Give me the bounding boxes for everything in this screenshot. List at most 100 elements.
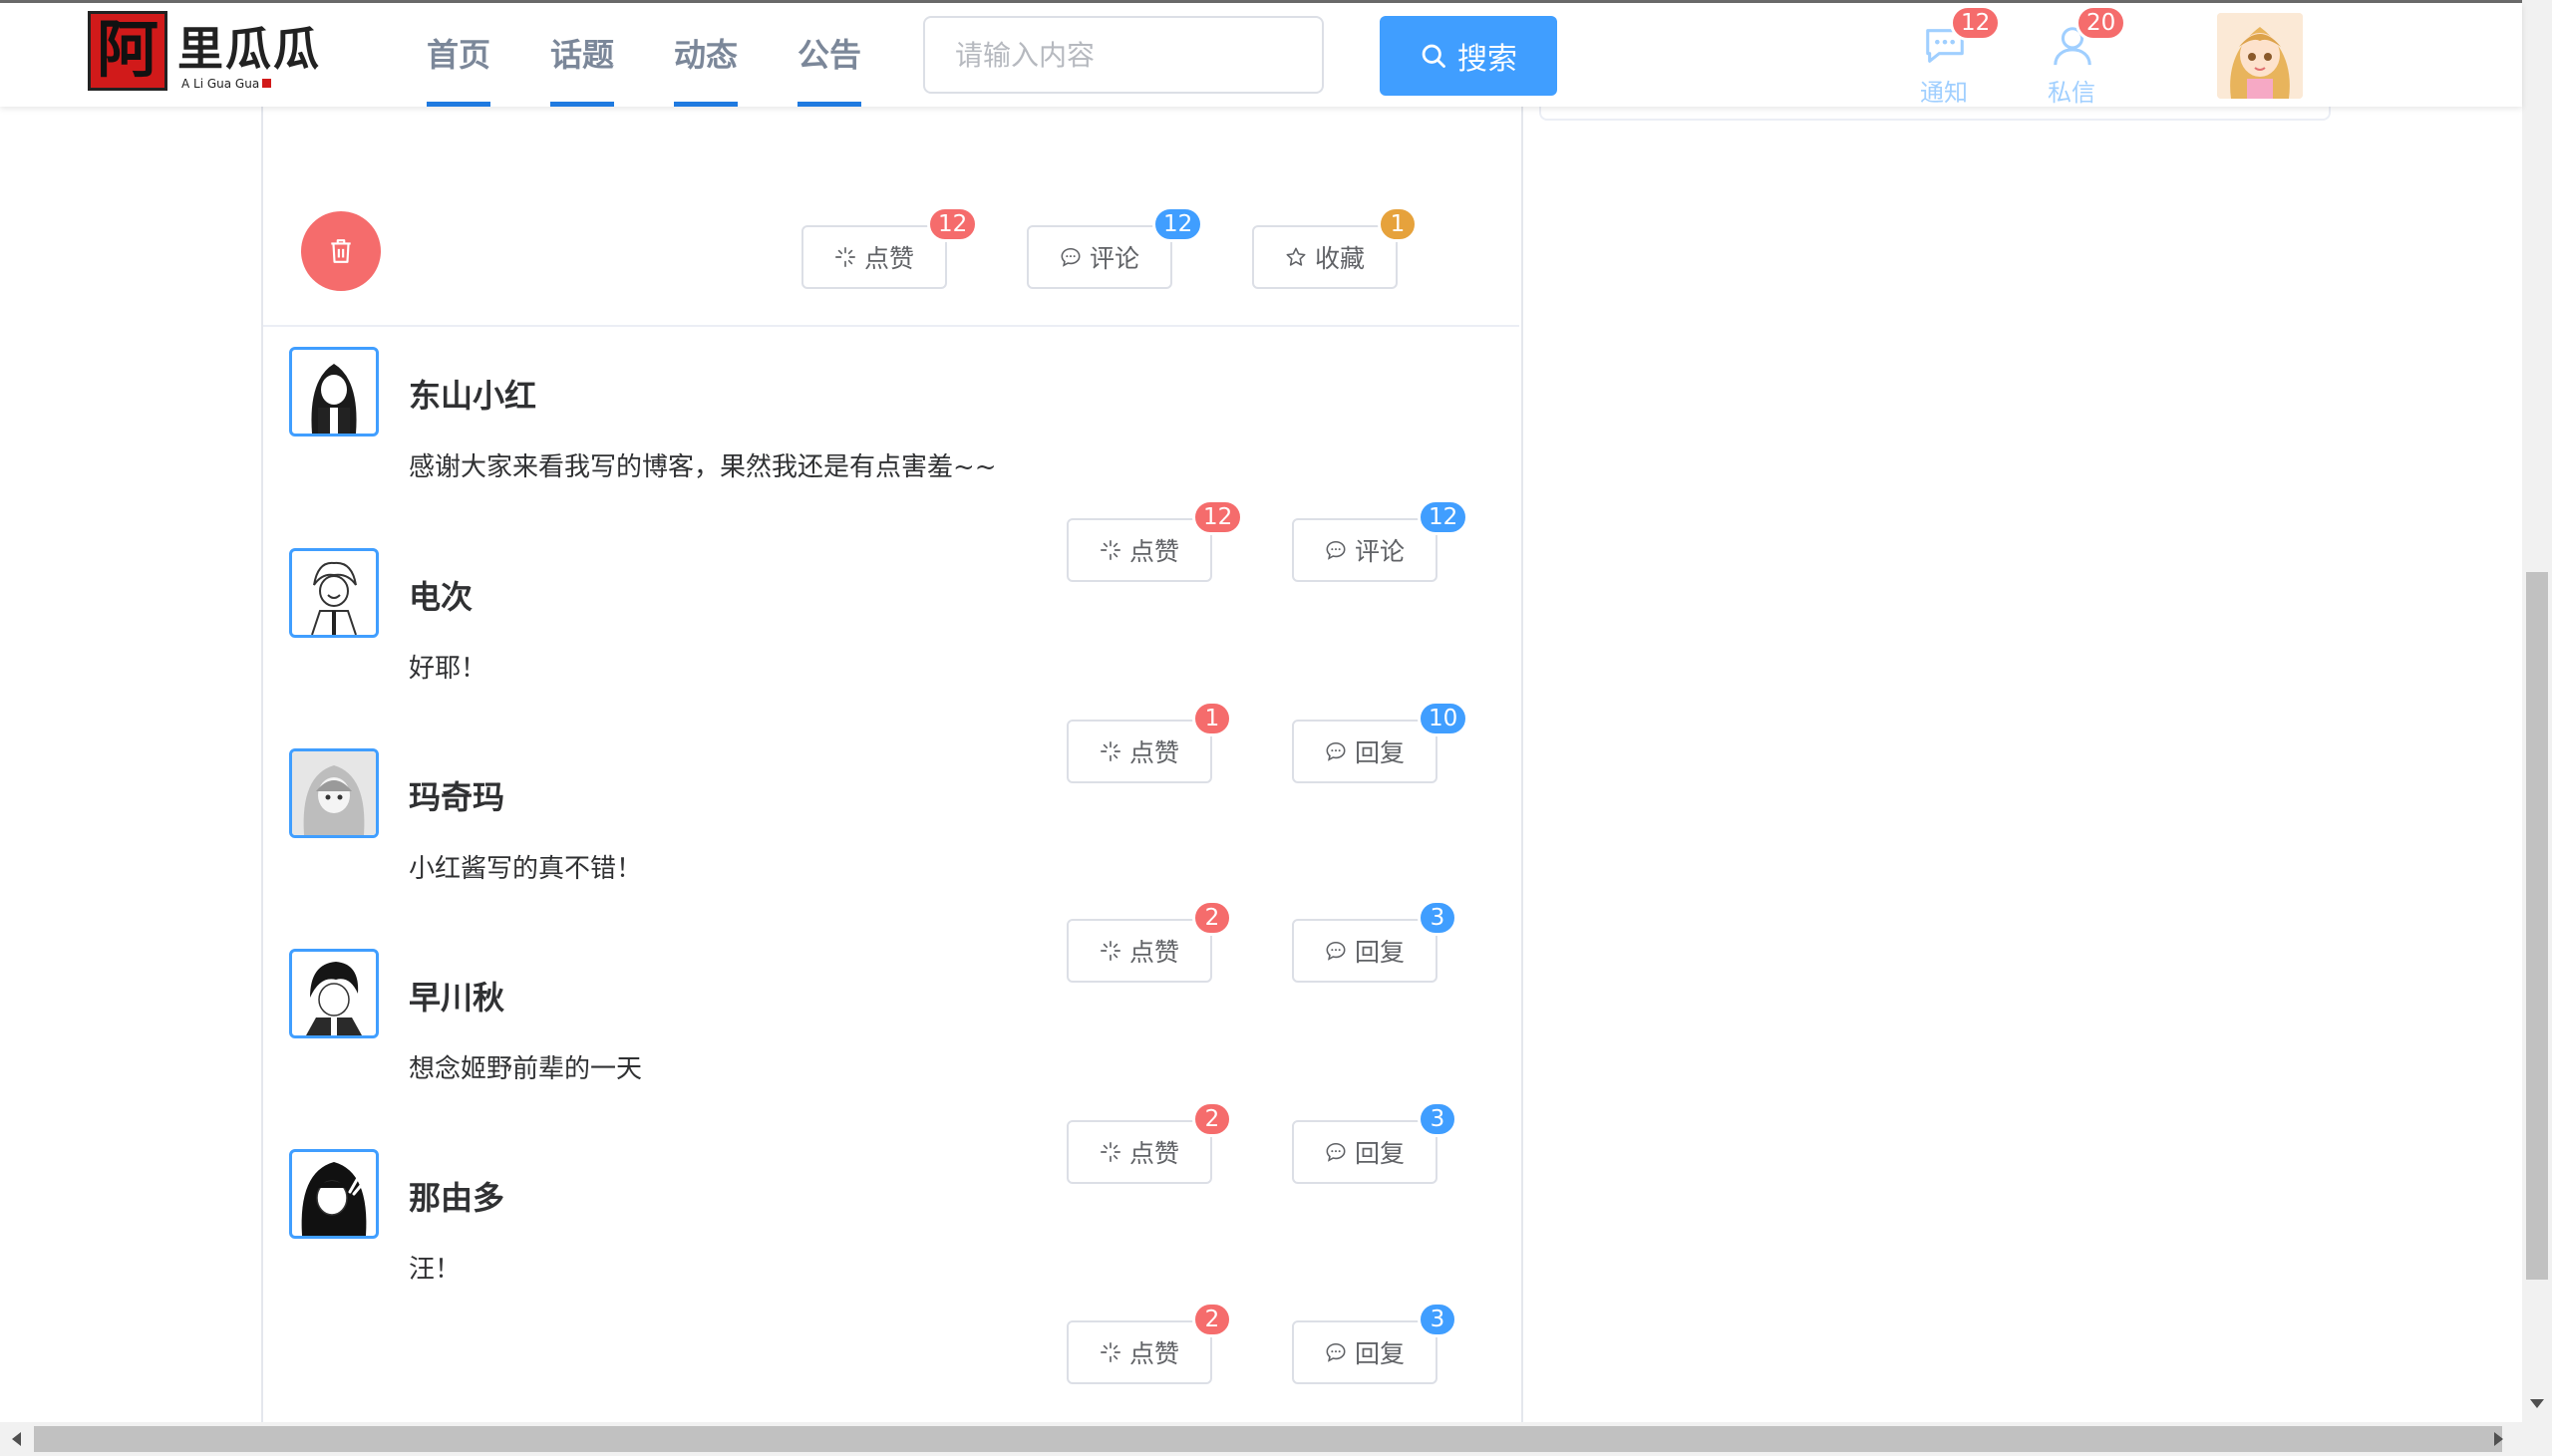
logo-text: 里瓜瓜 <box>177 22 321 76</box>
comment-like-count-badge: 2 <box>1192 1302 1232 1337</box>
commenter-name[interactable]: 电次 <box>409 572 473 618</box>
site-logo[interactable]: 阿 里瓜瓜 A Li Gua Gua <box>88 11 327 99</box>
nav-activity[interactable]: 动态 <box>674 3 739 107</box>
comment-like-label: 点赞 <box>1128 1139 1179 1168</box>
commenter-name[interactable]: 东山小红 <box>409 371 536 417</box>
delete-post-button[interactable] <box>301 211 381 291</box>
sparkle-icon <box>1100 540 1120 560</box>
nav-announcements-label: 公告 <box>798 36 862 74</box>
post-favorite-button[interactable]: 收藏 <box>1252 225 1398 289</box>
nav-underline <box>427 102 491 107</box>
comment-like-button[interactable]: 点赞 <box>1067 518 1212 582</box>
sparkle-icon <box>1100 1342 1120 1362</box>
comment-reply-button[interactable]: 回复 <box>1292 1120 1437 1184</box>
user-avatar[interactable] <box>2217 13 2303 99</box>
comment-text: 想念姬野前辈的一天 <box>409 1054 643 1084</box>
notifications-button[interactable]: 通知 12 <box>1904 3 2002 107</box>
post-comment-button[interactable]: 评论 <box>1027 225 1172 289</box>
nav-home[interactable]: 首页 <box>427 3 491 107</box>
commenter-avatar[interactable] <box>289 548 379 638</box>
comment-reply-label: 回复 <box>1354 1339 1405 1368</box>
comment-reply-button[interactable]: 回复 <box>1292 1320 1437 1384</box>
post-like-button[interactable]: 点赞 <box>801 225 947 289</box>
sparkle-icon <box>1100 1142 1120 1162</box>
sparkle-icon <box>834 247 855 267</box>
comment-icon <box>1326 540 1346 560</box>
scroll-left-arrow-icon[interactable] <box>12 1432 21 1446</box>
notifications-count-badge: 12 <box>1950 5 2002 41</box>
comment-like-label: 点赞 <box>1128 738 1179 767</box>
comment-like-count-badge: 1 <box>1192 701 1232 736</box>
messages-button[interactable]: 私信 20 <box>2032 3 2127 107</box>
comment-like-count-badge: 2 <box>1192 1101 1232 1137</box>
horizontal-scrollbar-thumb[interactable] <box>34 1426 2502 1452</box>
star-icon <box>1286 247 1306 266</box>
comment-like-button[interactable]: 点赞 <box>1067 720 1212 783</box>
sidebar-card <box>1539 107 2331 121</box>
post-comment-label: 评论 <box>1089 244 1139 273</box>
top-header: 阿 里瓜瓜 A Li Gua Gua 首页 话题 动态 公告 搜索 通知 12 … <box>0 3 2522 107</box>
messages-count-badge: 20 <box>2075 5 2127 41</box>
comment-like-button[interactable]: 点赞 <box>1067 919 1212 983</box>
commenter-avatar[interactable] <box>289 1149 379 1239</box>
comment-like-button[interactable]: 点赞 <box>1067 1120 1212 1184</box>
scroll-down-arrow-icon[interactable] <box>2530 1399 2544 1408</box>
comment-icon <box>1326 1342 1346 1362</box>
post-comment-count-badge: 12 <box>1152 206 1204 242</box>
sparkle-icon <box>1100 941 1120 961</box>
nav-underline <box>550 102 615 107</box>
commenter-name[interactable]: 那由多 <box>409 1173 504 1219</box>
comment-text: 好耶！ <box>409 654 487 684</box>
avatar-portrait-icon <box>306 962 362 1035</box>
comment-reply-count-badge: 3 <box>1418 900 1457 936</box>
comment-text: 小红酱写的真不错！ <box>409 854 643 884</box>
comment-reply-label: 回复 <box>1354 938 1405 967</box>
nav-home-label: 首页 <box>427 36 491 74</box>
search-input[interactable] <box>923 16 1324 94</box>
comment-icon <box>1061 247 1081 267</box>
nav-activity-label: 动态 <box>674 36 739 74</box>
logo-mark: 阿 <box>88 11 167 91</box>
comment-reply-count-badge: 12 <box>1418 499 1469 535</box>
avatar-portrait-icon <box>311 364 357 434</box>
avatar-portrait-icon <box>301 1162 367 1236</box>
comment-like-count-badge: 12 <box>1192 499 1244 535</box>
vertical-scrollbar-thumb[interactable] <box>2526 572 2548 1280</box>
avatar-portrait-icon <box>292 751 376 835</box>
comment-text: 汪！ <box>409 1255 462 1285</box>
comment-like-count-badge: 2 <box>1192 900 1232 936</box>
main-nav: 首页 话题 动态 公告 <box>427 3 862 107</box>
comment-reply-button[interactable]: 回复 <box>1292 919 1437 983</box>
avatar-portrait-icon <box>311 561 357 635</box>
sparkle-icon <box>1100 741 1120 761</box>
post-like-count-badge: 12 <box>927 206 979 242</box>
comment-icon <box>1326 741 1346 761</box>
nav-announcements[interactable]: 公告 <box>798 3 862 107</box>
trash-icon <box>331 239 351 263</box>
post-favorite-count-badge: 1 <box>1378 206 1418 242</box>
comment-reply-button[interactable]: 回复 <box>1292 720 1437 783</box>
nav-topics[interactable]: 话题 <box>550 3 615 107</box>
comment-reply-count-badge: 3 <box>1418 1302 1457 1337</box>
commenter-name[interactable]: 玛奇玛 <box>409 772 504 818</box>
nav-topics-label: 话题 <box>550 36 615 74</box>
avatar-portrait-icon <box>2217 13 2303 99</box>
comment-like-button[interactable]: 点赞 <box>1067 1320 1212 1384</box>
scroll-right-arrow-icon[interactable] <box>2494 1432 2503 1446</box>
search-button[interactable]: 搜索 <box>1380 16 1557 96</box>
logo-subtitle: A Li Gua Gua <box>181 77 271 91</box>
comment-icon <box>1326 941 1346 961</box>
post-favorite-label: 收藏 <box>1314 244 1365 273</box>
comment-text: 感谢大家来看我写的博客，果然我还是有点害羞~~ <box>409 452 997 482</box>
comment-reply-label: 回复 <box>1354 738 1405 767</box>
commenter-avatar[interactable] <box>289 347 379 437</box>
comment-reply-label: 回复 <box>1354 1139 1405 1168</box>
comment-like-label: 点赞 <box>1128 938 1179 967</box>
comment-reply-button[interactable]: 评论 <box>1292 518 1437 582</box>
nav-underline <box>674 102 739 107</box>
search-button-label: 搜索 <box>1457 42 1517 77</box>
commenter-avatar[interactable] <box>289 949 379 1038</box>
commenter-name[interactable]: 早川秋 <box>409 973 504 1019</box>
nav-underline <box>798 102 862 107</box>
commenter-avatar[interactable] <box>289 748 379 838</box>
